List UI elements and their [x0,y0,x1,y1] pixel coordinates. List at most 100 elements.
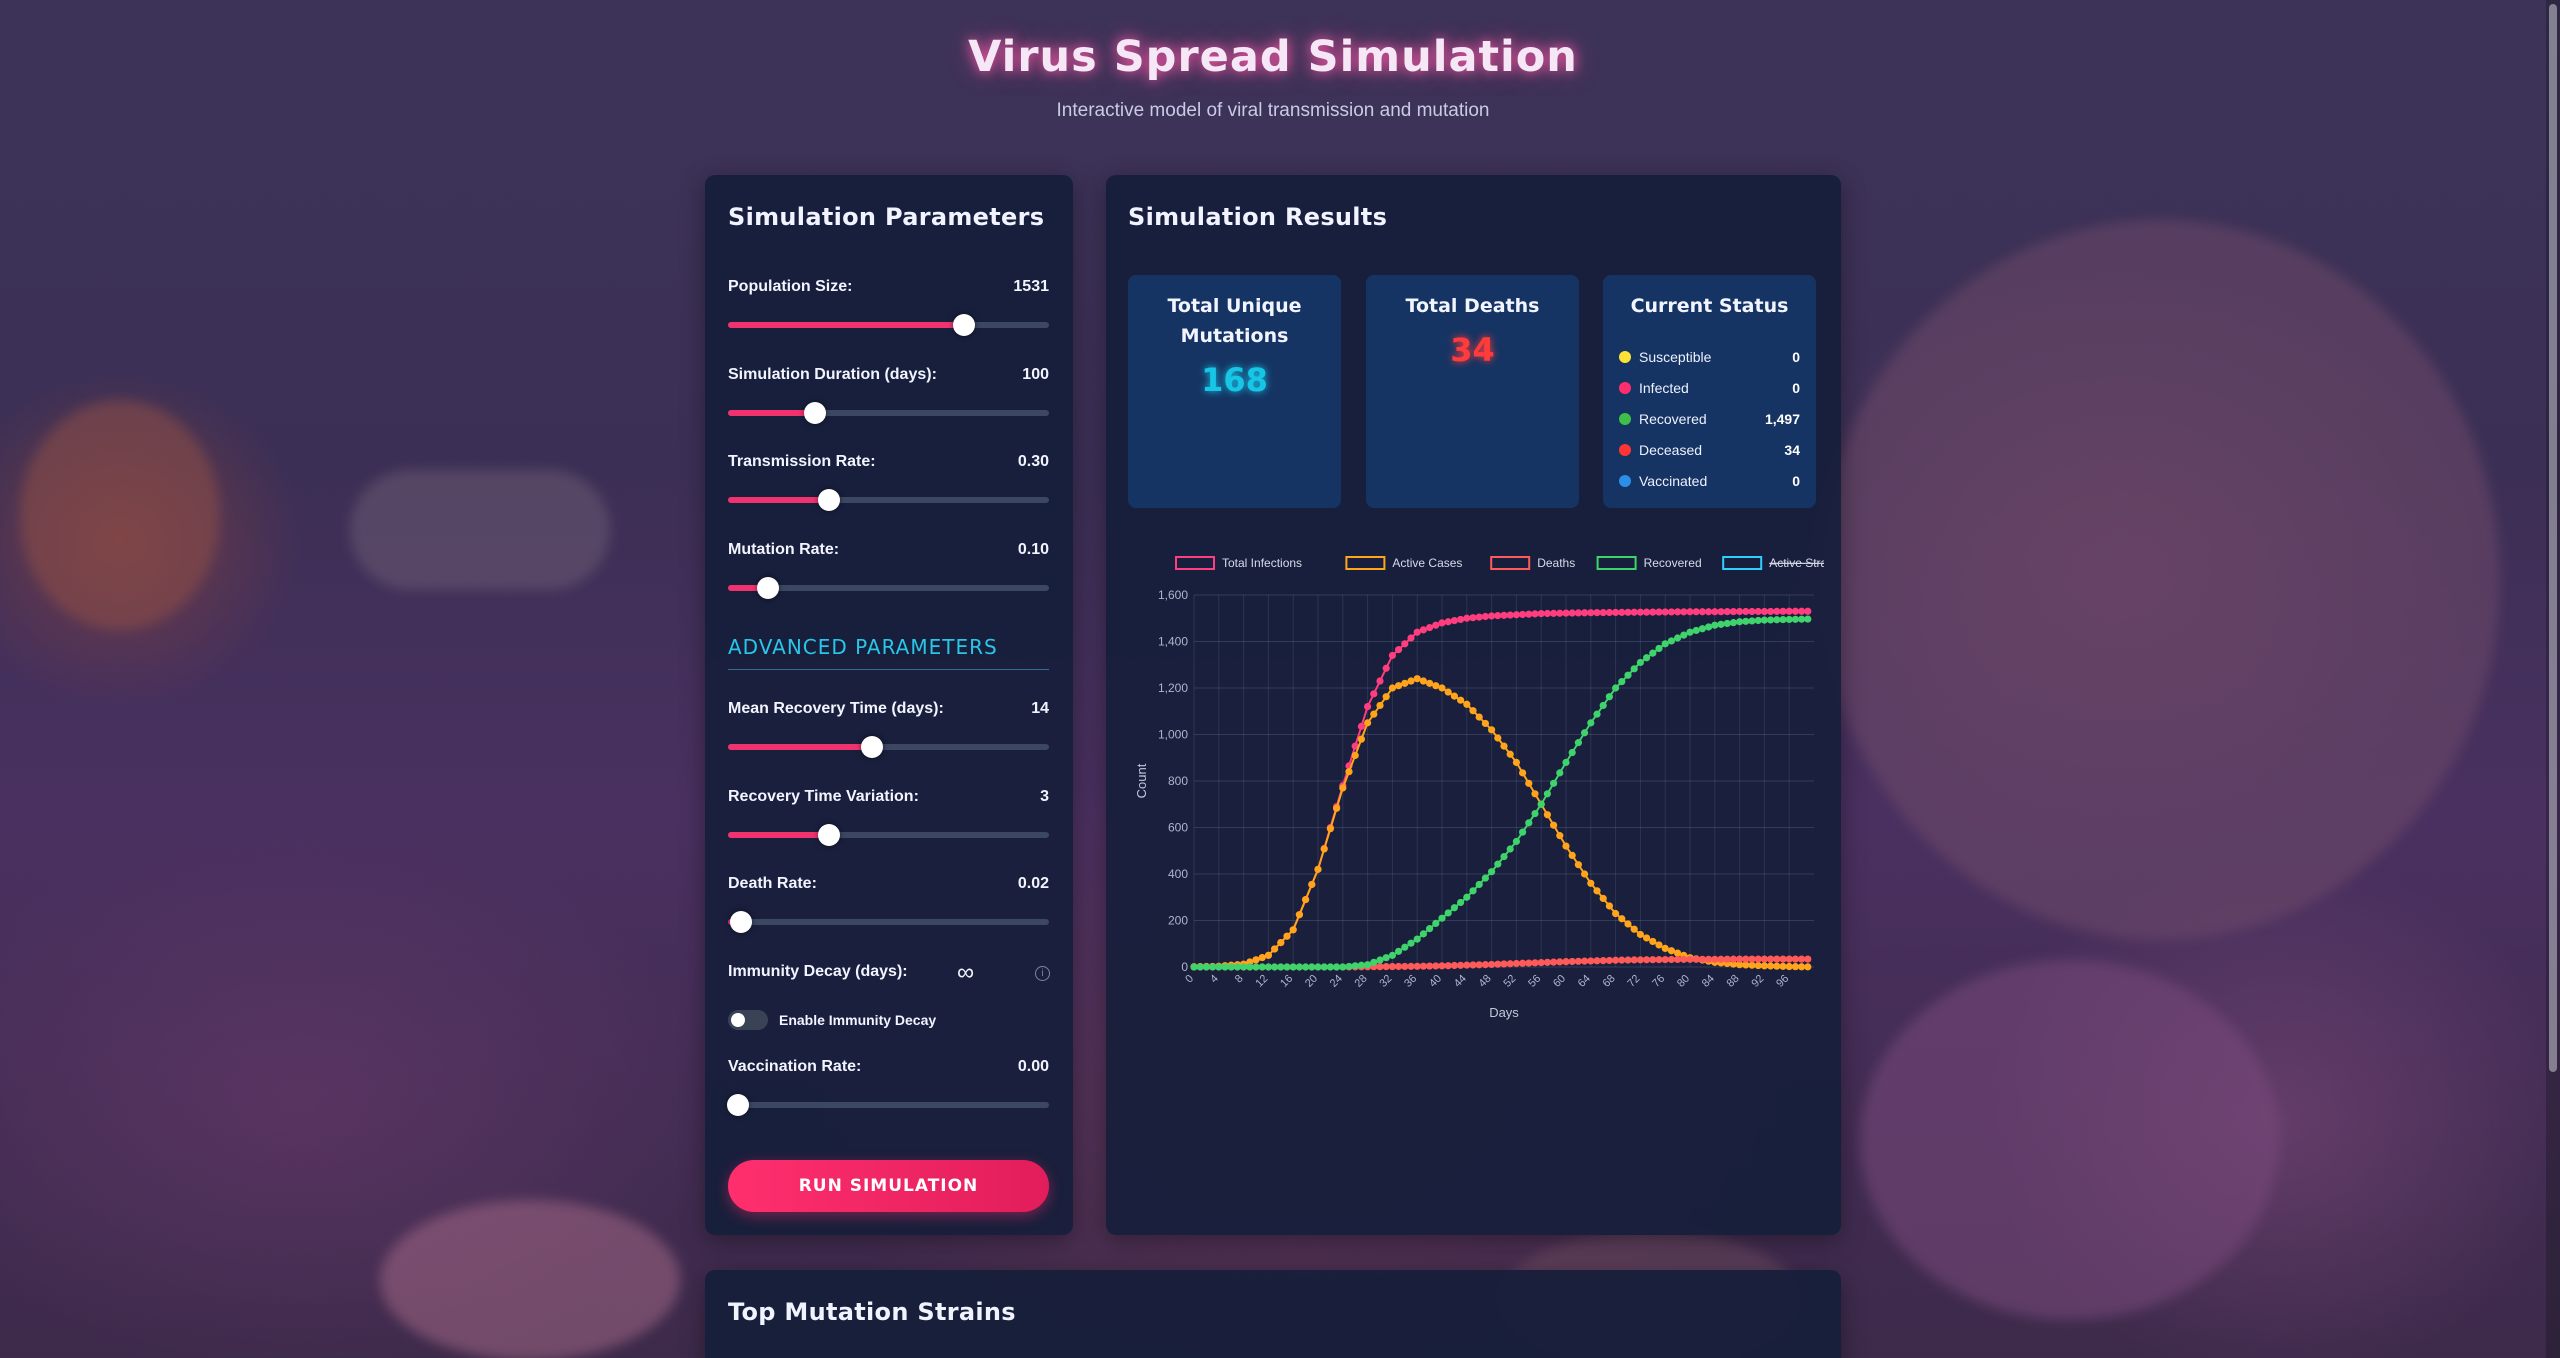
data-point [1698,955,1706,963]
data-point [1357,961,1365,969]
duration-slider[interactable] [728,402,1049,424]
data-point [1562,609,1570,617]
data-point [1444,962,1452,970]
data-point [1630,665,1638,673]
slider-handle[interactable] [952,314,975,336]
y-tick-label: 1,400 [1158,635,1188,649]
immunity-decay-param: Immunity Decay (days): [728,963,1049,981]
data-point [1568,748,1576,757]
data-point [1760,616,1768,624]
param-value: 0.02 [1017,875,1049,892]
data-point [1469,614,1477,622]
slider-handle[interactable] [818,489,841,511]
slider-fill [728,832,830,838]
scrollbar-thumb[interactable] [2549,4,2557,1072]
x-tick-label: 24 [1328,973,1345,990]
data-point [1643,956,1651,964]
data-point [1426,623,1434,632]
data-point [1488,868,1496,876]
recovery-time-slider[interactable] [728,736,1049,758]
x-tick-label: 84 [1700,973,1717,990]
data-point [1345,768,1353,776]
info-icon[interactable]: i [1035,966,1050,981]
data-point [1568,609,1576,617]
y-tick-label: 800 [1168,774,1188,788]
data-point [1705,955,1713,963]
data-point [1413,675,1421,683]
status-value: 0 [1792,348,1800,365]
data-point [1674,955,1682,964]
data-point [1240,963,1248,971]
slider-handle[interactable] [729,911,752,933]
page-title: Virus Spread Simulation [968,32,1578,82]
data-point [1457,961,1465,969]
data-point [1649,937,1657,946]
x-tick-label: 72 [1625,973,1642,990]
transmission-param: Transmission Rate: 0.30 [728,453,1049,511]
data-point [1475,880,1483,889]
data-point [1444,688,1452,696]
data-point [1705,608,1713,616]
data-point [1450,961,1458,970]
mutation-param: Mutation Rate: 0.10 [728,541,1049,599]
mutation-strains-panel: Top Mutation Strains [705,1270,1841,1358]
data-point [1562,758,1570,766]
data-point [1444,909,1452,917]
data-point [1649,956,1657,964]
transmission-slider[interactable] [728,489,1049,511]
series-line [1194,618,1808,968]
slider-handle[interactable] [818,824,841,846]
slider-fill [728,744,873,750]
slider-handle[interactable] [803,402,826,424]
data-point [1469,887,1477,895]
slider-handle[interactable] [861,736,884,758]
x-tick-label: 52 [1501,973,1518,990]
run-simulation-button[interactable]: RUN SIMULATION [728,1160,1049,1212]
data-point [1525,779,1533,787]
population-slider[interactable] [728,314,1049,336]
slider-handle[interactable] [726,1094,749,1116]
data-point [1661,640,1669,648]
data-point [1401,962,1409,971]
data-point [1500,611,1508,619]
data-point [1667,955,1675,964]
data-point [1506,845,1514,853]
data-point [1432,962,1440,970]
immunity-decay-toggle[interactable] [728,1010,768,1030]
immunity-value: ∞ [957,959,975,986]
data-point [1742,617,1750,625]
data-point [1630,925,1638,933]
data-point [1258,953,1266,962]
data-point [1760,607,1768,616]
data-point [1562,958,1570,966]
parameters-title: Simulation Parameters [728,203,1045,231]
data-point [1333,963,1341,971]
data-point [1525,819,1533,827]
advanced-parameters-heading: ADVANCED PARAMETERS [728,635,1049,670]
duration-param: Simulation Duration (days): 100 [728,366,1049,424]
data-point [1395,947,1403,955]
data-point [1252,963,1260,971]
x-tick-label: 4 [1208,973,1221,986]
vaccination-slider[interactable] [726,1094,1049,1116]
data-point [1661,955,1669,964]
data-point [1779,615,1787,624]
data-point [1488,960,1496,969]
data-point [1798,955,1806,963]
data-point [1308,880,1316,889]
data-point [1413,962,1421,970]
death-rate-slider[interactable] [728,911,1049,933]
data-point [1624,920,1632,928]
x-tick-label: 8 [1233,973,1246,986]
data-point [1643,654,1651,662]
data-point [1295,911,1303,919]
toggle-knob [731,1013,745,1027]
page-scrollbar[interactable] [2546,0,2560,1358]
status-value: 1,497 [1764,410,1800,427]
data-point [1667,637,1675,645]
slider-handle[interactable] [757,577,780,599]
slider-fill [728,497,830,503]
deaths-value: 34 [1450,331,1495,369]
mutation-slider[interactable] [728,577,1049,599]
recovery-variation-slider[interactable] [728,824,1049,846]
